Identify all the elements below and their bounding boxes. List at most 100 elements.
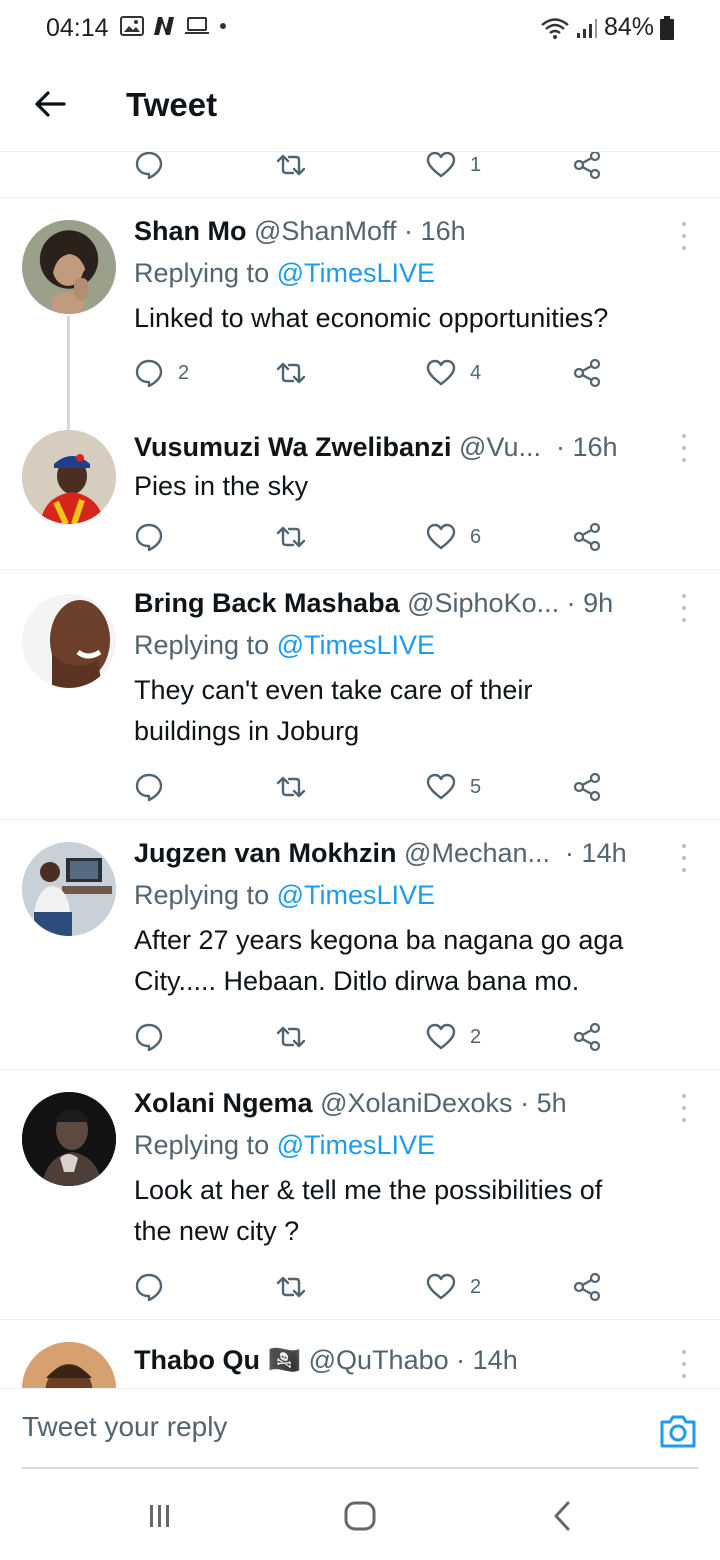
action-row: 2 4 — [134, 358, 614, 388]
back-nav-button[interactable] — [542, 1500, 582, 1532]
more-vertical-icon[interactable] — [678, 1094, 690, 1122]
author-name[interactable]: Shan Mo — [134, 216, 247, 246]
tweet-xolani[interactable]: Xolani Ngema @XolaniDexoks · 5h Replying… — [0, 1070, 720, 1320]
retweet-button[interactable] — [276, 522, 306, 552]
share-button[interactable] — [572, 522, 602, 552]
share-button[interactable] — [572, 772, 602, 802]
author-handle[interactable]: @SiphoKo... — [407, 588, 559, 618]
tweet-text-line: the new city ? — [134, 1216, 300, 1246]
author-handle[interactable]: @XolaniDexoks — [320, 1088, 513, 1118]
tweet-header: Jugzen van Mokhzin @Mechan... · 14h — [134, 838, 660, 869]
reply-bar — [0, 1388, 720, 1469]
action-row: 1 — [134, 152, 614, 180]
retweet-button[interactable] — [276, 358, 306, 388]
avatar[interactable] — [22, 220, 116, 314]
avatar-image — [46, 234, 92, 314]
thread-line — [67, 420, 70, 430]
share-icon — [572, 152, 602, 180]
author-handle[interactable]: @QuThabo — [309, 1345, 449, 1375]
author-name[interactable]: Thabo Qu — [134, 1345, 260, 1375]
camera-icon — [660, 1415, 696, 1448]
replying-to: Replying to @TimesLIVE — [134, 1130, 435, 1161]
like-button[interactable]: 6 — [426, 522, 481, 552]
replying-to: Replying to @TimesLIVE — [134, 630, 435, 661]
tweet-jugzen[interactable]: Jugzen van Mokhzin @Mechan... · 14h Repl… — [0, 820, 720, 1070]
replying-to: Replying to @TimesLIVE — [134, 880, 435, 911]
like-button[interactable]: 1 — [426, 152, 481, 180]
author-handle[interactable]: @ShanMoff — [254, 216, 397, 246]
separator-dot: · — [548, 432, 565, 462]
more-vertical-icon[interactable] — [678, 844, 690, 872]
mention-link[interactable]: @TimesLIVE — [277, 630, 435, 660]
like-button[interactable]: 4 — [426, 358, 481, 388]
tweet-vusumuzi[interactable]: Vusumuzi Wa Zwelibanzi @Vu... · 16h Pies… — [0, 420, 720, 570]
share-button[interactable] — [572, 152, 602, 180]
author-handle[interactable]: @Vu... — [459, 432, 541, 462]
action-row: 5 — [134, 772, 614, 802]
tweet-bring-back-mashaba[interactable]: Bring Back Mashaba @SiphoKo... · 9h Repl… — [0, 570, 720, 820]
tweet-shan-mo[interactable]: Shan Mo @ShanMoff · 16h Replying to @Tim… — [0, 198, 720, 428]
action-row: 2 — [134, 1272, 614, 1302]
author-name[interactable]: Jugzen van Mokhzin — [134, 838, 397, 868]
author-name[interactable]: Xolani Ngema — [134, 1088, 313, 1118]
avatar[interactable] — [22, 594, 116, 688]
reply-input[interactable] — [22, 1403, 622, 1451]
laptop-icon — [185, 17, 209, 34]
retweet-button[interactable] — [276, 1272, 306, 1302]
home-icon — [344, 1501, 376, 1531]
tweet-thabo-qu[interactable]: Thabo Qu 🏴‍☠️ @QuThabo · 14h — [0, 1320, 720, 1388]
author-name[interactable]: Vusumuzi Wa Zwelibanzi — [134, 432, 452, 462]
reply-button[interactable] — [134, 1272, 164, 1302]
heart-icon — [426, 522, 456, 552]
separator-dot: · — [557, 838, 575, 868]
tweet-header: Thabo Qu 🏴‍☠️ @QuThabo · 14h — [134, 1344, 660, 1376]
retweet-button[interactable] — [276, 772, 306, 802]
more-vertical-icon[interactable] — [678, 594, 690, 622]
retweet-button[interactable] — [276, 1022, 306, 1052]
retweet-button[interactable] — [276, 152, 306, 180]
author-name[interactable]: Bring Back Mashaba — [134, 588, 400, 618]
more-vertical-icon[interactable] — [678, 222, 690, 250]
tweet-text-line: After 27 years kegona ba nagana go aga — [134, 925, 624, 955]
more-vertical-icon[interactable] — [678, 1350, 690, 1378]
avatar[interactable] — [22, 430, 116, 524]
home-button[interactable] — [340, 1500, 380, 1532]
notification-icons — [120, 15, 228, 37]
reply-button[interactable] — [134, 522, 164, 552]
reply-button[interactable] — [134, 152, 164, 180]
status-time: 04:14 — [46, 14, 109, 42]
more-vertical-icon[interactable] — [678, 434, 690, 462]
share-button[interactable] — [572, 358, 602, 388]
status-bar: 04:14 84% — [0, 0, 720, 60]
tweet-text: Linked to what economic opportunities? — [134, 303, 609, 333]
like-button[interactable]: 2 — [426, 1022, 481, 1052]
mention-link[interactable]: @TimesLIVE — [277, 258, 435, 288]
heart-icon — [426, 1022, 456, 1052]
avatar[interactable] — [22, 1342, 116, 1388]
share-icon — [572, 1022, 602, 1052]
like-button[interactable]: 5 — [426, 772, 481, 802]
heart-icon — [426, 1272, 456, 1302]
avatar[interactable] — [22, 842, 116, 936]
comment-icon — [134, 522, 164, 552]
back-button[interactable] — [30, 84, 70, 124]
replying-label: Replying to — [134, 880, 270, 910]
recent-apps-button[interactable] — [140, 1500, 180, 1532]
reply-button[interactable] — [134, 1022, 164, 1052]
separator-dot: · — [520, 1088, 530, 1118]
share-button[interactable] — [572, 1022, 602, 1052]
tweet-text-line: They can't even take care of their — [134, 675, 533, 705]
page-title: Tweet — [126, 86, 218, 123]
like-button[interactable]: 2 — [426, 1272, 481, 1302]
share-button[interactable] — [572, 1272, 602, 1302]
camera-button[interactable] — [658, 1411, 698, 1451]
header: Tweet — [0, 60, 720, 152]
mention-link[interactable]: @TimesLIVE — [277, 1130, 435, 1160]
tweet-text: They can't even take care of their build… — [134, 670, 686, 752]
tweet-text-line: buildings in Joburg — [134, 716, 360, 746]
avatar[interactable] — [22, 1092, 116, 1186]
mention-link[interactable]: @TimesLIVE — [277, 880, 435, 910]
reply-button[interactable]: 2 — [134, 358, 189, 388]
author-handle[interactable]: @Mechan... — [404, 838, 550, 868]
reply-button[interactable] — [134, 772, 164, 802]
